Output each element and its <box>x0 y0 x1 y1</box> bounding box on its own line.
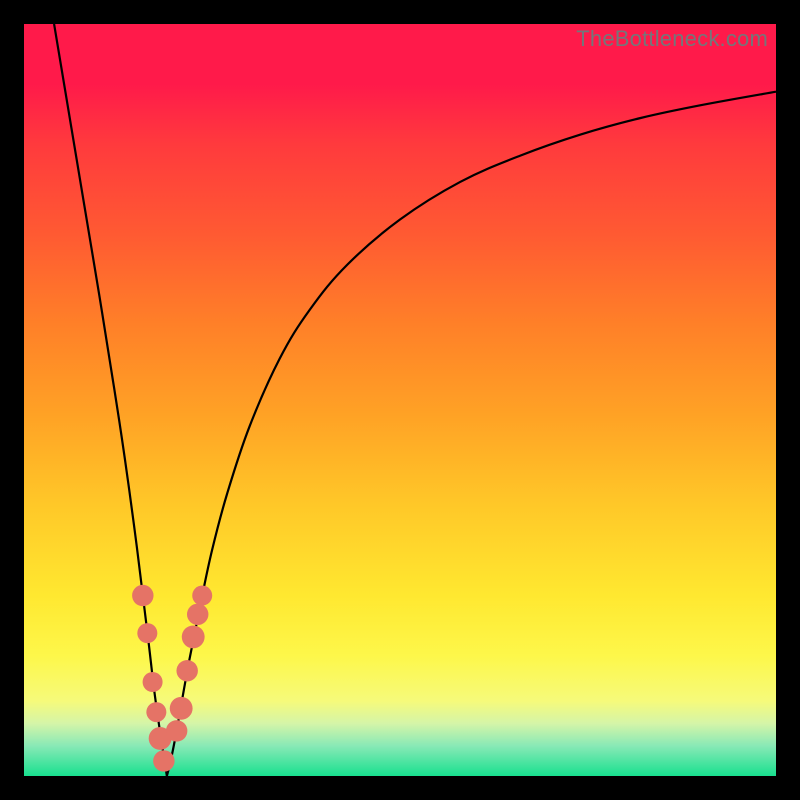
data-marker <box>146 702 166 722</box>
data-marker <box>153 750 174 771</box>
data-marker <box>137 623 157 643</box>
curve-left-branch <box>54 24 167 776</box>
chart-container: TheBottleneck.com <box>0 0 800 800</box>
data-marker <box>192 586 212 606</box>
data-marker <box>187 604 208 625</box>
data-marker <box>176 660 197 681</box>
data-marker <box>132 585 153 606</box>
chart-svg <box>24 24 776 776</box>
curve-right-branch <box>167 92 776 776</box>
plot-area: TheBottleneck.com <box>24 24 776 776</box>
data-marker <box>143 672 163 692</box>
data-marker <box>182 625 205 648</box>
data-marker <box>170 697 193 720</box>
data-marker <box>166 720 187 741</box>
